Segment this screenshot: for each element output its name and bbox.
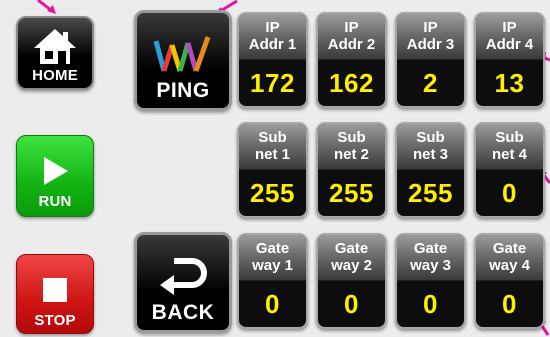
ip-addr-2-field[interactable]: IP Addr 2 162 xyxy=(316,12,387,108)
play-icon xyxy=(44,157,68,185)
ip-addr-3-label: IP Addr 3 xyxy=(397,14,464,60)
ping-logo-icon xyxy=(153,36,211,72)
subnet-1-field[interactable]: Sub net 1 255 xyxy=(237,122,308,218)
annotation-pointer-home xyxy=(37,0,56,14)
gateway-2-label: Gate way 2 xyxy=(318,235,385,281)
gateway-1-value: 0 xyxy=(265,288,280,319)
subnet-1-value: 255 xyxy=(250,177,295,208)
gateway-2-field[interactable]: Gate way 2 0 xyxy=(316,233,387,329)
home-button-label: HOME xyxy=(32,67,78,84)
run-button[interactable]: RUN xyxy=(16,135,94,217)
ip-addr-4-field[interactable]: IP Addr 4 13 xyxy=(474,12,545,108)
gateway-3-field[interactable]: Gate way 3 0 xyxy=(395,233,466,329)
home-button[interactable]: HOME xyxy=(16,16,94,90)
stop-button[interactable]: STOP xyxy=(16,254,94,334)
gateway-3-label: Gate way 3 xyxy=(397,235,464,281)
ping-button[interactable]: PING xyxy=(134,10,232,111)
run-button-label: RUN xyxy=(38,193,72,210)
gateway-4-field[interactable]: Gate way 4 0 xyxy=(474,233,545,329)
ip-addr-3-field[interactable]: IP Addr 3 2 xyxy=(395,12,466,108)
gateway-4-value: 0 xyxy=(502,288,517,319)
return-arrow-icon xyxy=(160,258,207,295)
ip-addr-2-label: IP Addr 2 xyxy=(318,14,385,60)
subnet-2-field[interactable]: Sub net 2 255 xyxy=(316,122,387,218)
subnet-4-value: 0 xyxy=(502,177,517,208)
ip-addr-4-value: 13 xyxy=(494,67,525,98)
subnet-4-label: Sub net 4 xyxy=(476,124,543,170)
ping-button-label: PING xyxy=(156,79,210,102)
ip-addr-1-field[interactable]: IP Addr 1 172 xyxy=(237,12,308,108)
ip-addr-2-value: 162 xyxy=(329,67,374,98)
back-button-label: BACK xyxy=(151,301,215,324)
subnet-3-value: 255 xyxy=(408,177,453,208)
subnet-2-label: Sub net 2 xyxy=(318,124,385,170)
subnet-3-field[interactable]: Sub net 3 255 xyxy=(395,122,466,218)
stop-icon xyxy=(43,278,67,302)
back-button[interactable]: BACK xyxy=(134,232,232,333)
gateway-4-label: Gate way 4 xyxy=(476,235,543,281)
gateway-2-value: 0 xyxy=(344,288,359,319)
ip-addr-1-label: IP Addr 1 xyxy=(239,14,306,60)
stop-button-label: STOP xyxy=(34,312,76,329)
house-icon xyxy=(34,29,76,64)
subnet-3-label: Sub net 3 xyxy=(397,124,464,170)
gateway-1-label: Gate way 1 xyxy=(239,235,306,281)
subnet-2-value: 255 xyxy=(329,177,374,208)
ip-addr-4-label: IP Addr 4 xyxy=(476,14,543,60)
gateway-3-value: 0 xyxy=(423,288,438,319)
ip-addr-3-value: 2 xyxy=(423,67,438,98)
subnet-1-label: Sub net 1 xyxy=(239,124,306,170)
ip-addr-1-value: 172 xyxy=(250,67,295,98)
subnet-4-field[interactable]: Sub net 4 0 xyxy=(474,122,545,218)
gateway-1-field[interactable]: Gate way 1 0 xyxy=(237,233,308,329)
